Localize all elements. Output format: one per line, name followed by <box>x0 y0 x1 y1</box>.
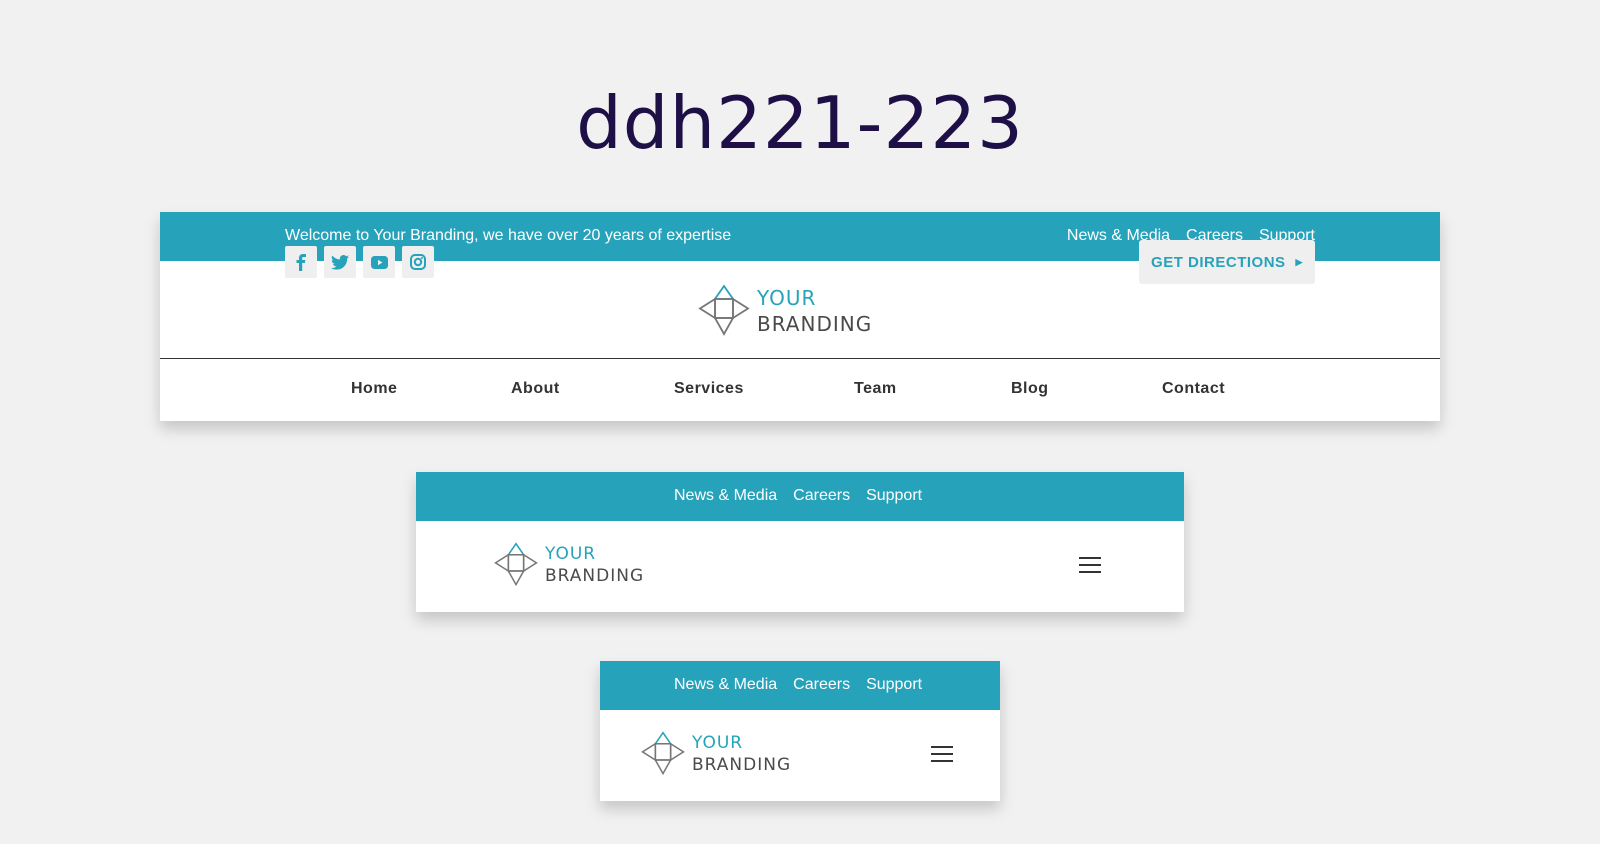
nav-contact[interactable]: Contact <box>1162 380 1225 398</box>
logo-mark-icon <box>494 542 538 587</box>
caret-right-icon: ▶ <box>1295 256 1303 267</box>
mobile-header: News & Media Careers Support YOUR BRANDI… <box>600 661 1000 801</box>
logo-mark-icon <box>641 731 685 776</box>
hamburger-icon[interactable] <box>1079 557 1101 573</box>
tablet-topbar: News & Media Careers Support <box>416 472 1184 521</box>
tablet-top-links: News & Media Careers Support <box>674 487 922 505</box>
get-directions-button[interactable]: GET DIRECTIONS ▶ <box>1139 240 1315 284</box>
main-nav: Home About Services Team Blog Contact <box>160 358 1440 418</box>
mobile-topbar: News & Media Careers Support <box>600 661 1000 710</box>
nav-about[interactable]: About <box>511 380 560 398</box>
link-news-media[interactable]: News & Media <box>674 676 777 694</box>
link-support[interactable]: Support <box>866 487 922 505</box>
logo-line-2: BRANDING <box>692 755 792 775</box>
desktop-header: Welcome to Your Branding, we have over 2… <box>160 212 1440 421</box>
facebook-icon[interactable] <box>285 246 317 278</box>
page-title: ddh221-223 <box>576 81 1024 165</box>
brand-logo[interactable]: YOUR BRANDING <box>697 284 872 338</box>
youtube-icon[interactable] <box>363 246 395 278</box>
logo-mark-icon <box>698 284 750 336</box>
get-directions-label: GET DIRECTIONS <box>1151 253 1286 271</box>
mobile-top-links: News & Media Careers Support <box>674 676 922 694</box>
logo-line-2: BRANDING <box>757 312 873 336</box>
logo-line-2: BRANDING <box>545 566 645 586</box>
link-careers[interactable]: Careers <box>793 487 850 505</box>
link-news-media[interactable]: News & Media <box>674 487 777 505</box>
brand-logo[interactable]: YOUR BRANDING <box>640 731 791 777</box>
link-support[interactable]: Support <box>866 676 922 694</box>
brand-logo[interactable]: YOUR BRANDING <box>493 542 644 588</box>
hamburger-icon[interactable] <box>931 746 953 762</box>
welcome-text: Welcome to Your Branding, we have over 2… <box>285 227 732 244</box>
logo-line-1: YOUR <box>545 544 597 564</box>
nav-services[interactable]: Services <box>674 380 744 398</box>
social-icons <box>285 246 434 278</box>
instagram-icon[interactable] <box>402 246 434 278</box>
logo-line-1: YOUR <box>692 733 744 753</box>
logo-line-1: YOUR <box>757 286 817 310</box>
nav-home[interactable]: Home <box>351 380 397 398</box>
link-careers[interactable]: Careers <box>793 676 850 694</box>
nav-team[interactable]: Team <box>854 380 897 398</box>
tablet-header: News & Media Careers Support YOUR BRANDI… <box>416 472 1184 612</box>
nav-blog[interactable]: Blog <box>1011 380 1049 398</box>
twitter-icon[interactable] <box>324 246 356 278</box>
